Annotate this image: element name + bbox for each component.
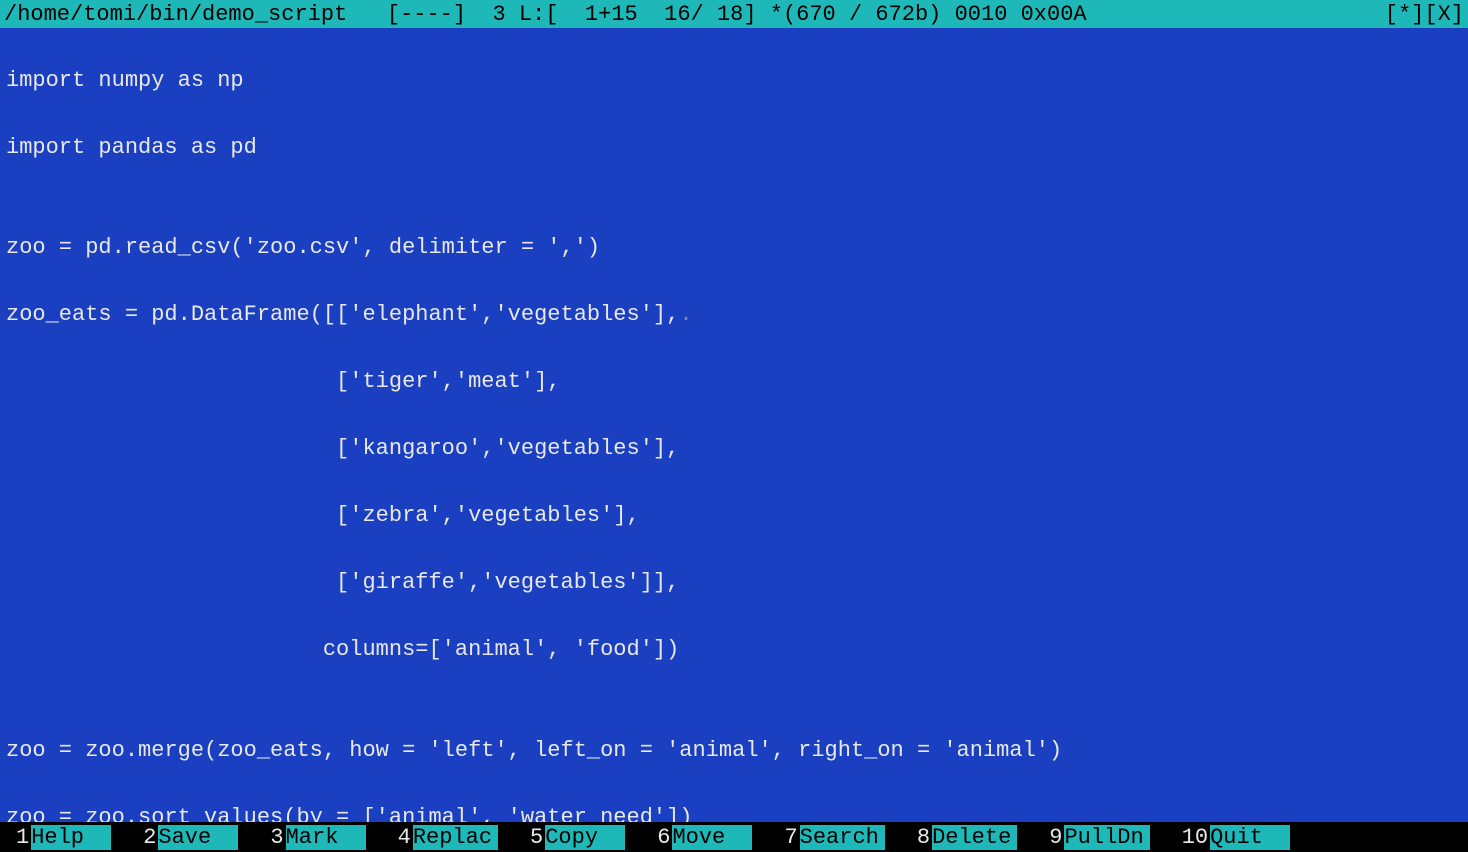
code-line: ['kangaroo','vegetables'], — [6, 432, 1462, 466]
fn-search[interactable]: 7Search — [772, 825, 884, 850]
whitespace-marker: . — [679, 302, 692, 327]
fn-number: 8 — [905, 825, 932, 850]
fn-number: 2 — [131, 825, 158, 850]
code-line: import pandas as pd — [6, 131, 1462, 165]
code-line: import numpy as np — [6, 64, 1462, 98]
code-line: ['giraffe','vegetables']], — [6, 566, 1462, 600]
fn-move[interactable]: 6Move — [645, 825, 752, 850]
code-line: zoo = pd.read_csv('zoo.csv', delimiter =… — [6, 231, 1462, 265]
fn-copy[interactable]: 5Copy — [518, 825, 625, 850]
fn-quit[interactable]: 10Quit — [1170, 825, 1290, 850]
editor-area[interactable]: import numpy as np import pandas as pd z… — [0, 28, 1468, 822]
code-line: zoo = zoo.sort_values(by = ['animal', 'w… — [6, 801, 1462, 823]
fn-number: 1 — [0, 825, 31, 850]
fn-pulldown[interactable]: 9PullDn — [1037, 825, 1149, 850]
fn-number: 7 — [772, 825, 799, 850]
fn-label: Save — [158, 825, 238, 850]
close-button[interactable]: [X] — [1424, 2, 1464, 27]
title-bar-buttons: [*][X] — [1385, 2, 1464, 27]
fn-label: Search — [800, 825, 885, 850]
title-bar-info: /home/tomi/bin/demo_script [----] 3 L:[ … — [4, 2, 1087, 27]
fn-label: Move — [672, 825, 752, 850]
fn-number: 10 — [1170, 825, 1210, 850]
fn-number: 9 — [1037, 825, 1064, 850]
function-key-bar: 1Help 2Save 3Mark 4Replac 5Copy 6Move 7S… — [0, 822, 1468, 852]
hex-info: 0x00A — [1021, 2, 1087, 27]
fn-mark[interactable]: 3Mark — [258, 825, 365, 850]
fn-label: Mark — [286, 825, 366, 850]
fn-label: Copy — [545, 825, 625, 850]
fn-label: Replac — [413, 825, 498, 850]
fn-label: Quit — [1210, 825, 1290, 850]
position-info: 3 L:[ 1+15 16/ 18] — [493, 2, 757, 27]
fn-label: Delete — [932, 825, 1017, 850]
code-line: zoo_eats = pd.DataFrame([['elephant','ve… — [6, 298, 1462, 332]
code-line: ['tiger','meat'], — [6, 365, 1462, 399]
fn-label: Help — [31, 825, 111, 850]
title-bar: /home/tomi/bin/demo_script [----] 3 L:[ … — [0, 0, 1468, 28]
code-line: zoo = zoo.merge(zoo_eats, how = 'left', … — [6, 734, 1462, 768]
fn-replace[interactable]: 4Replac — [386, 825, 498, 850]
code-line: columns=['animal', 'food']) — [6, 633, 1462, 667]
code-line: ['zebra','vegetables'], — [6, 499, 1462, 533]
fn-number: 5 — [518, 825, 545, 850]
col-info: 0010 — [955, 2, 1008, 27]
fn-number: 6 — [645, 825, 672, 850]
fn-label: PullDn — [1064, 825, 1149, 850]
fn-save[interactable]: 2Save — [131, 825, 238, 850]
fn-number: 4 — [386, 825, 413, 850]
modified-indicator[interactable]: [*] — [1385, 2, 1425, 27]
fn-help[interactable]: 1Help — [0, 825, 111, 850]
file-path: /home/tomi/bin/demo_script — [4, 2, 347, 27]
flags: [----] — [387, 2, 466, 27]
bytes-info: *(670 / 672b) — [770, 2, 942, 27]
fn-delete[interactable]: 8Delete — [905, 825, 1017, 850]
fn-number: 3 — [258, 825, 285, 850]
